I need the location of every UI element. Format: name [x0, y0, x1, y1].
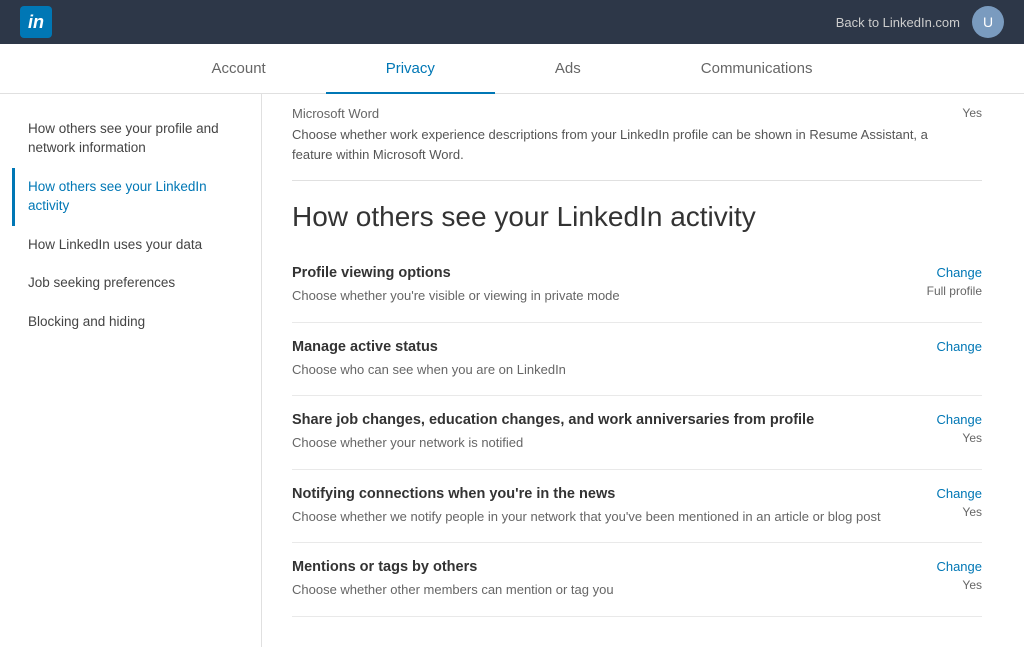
setting-desc: Choose who can see when you are on Linke… — [292, 360, 916, 380]
setting-row-left: Manage active status Choose who can see … — [292, 339, 916, 380]
change-link-job-changes[interactable]: Change — [936, 412, 982, 427]
top-bar-left: in — [20, 6, 52, 38]
sidebar-item-blocking[interactable]: Blocking and hiding — [12, 303, 261, 342]
tab-account[interactable]: Account — [152, 44, 326, 93]
setting-desc: Choose whether we notify people in your … — [292, 507, 916, 527]
sidebar-item-profile-visibility[interactable]: How others see your profile and network … — [12, 110, 261, 168]
setting-row-left: Share job changes, education changes, an… — [292, 412, 916, 453]
tab-communications[interactable]: Communications — [641, 44, 873, 93]
tab-ads[interactable]: Ads — [495, 44, 641, 93]
setting-row-right: Change Yes — [936, 412, 982, 445]
section-heading: How others see your LinkedIn activity — [292, 201, 982, 233]
sidebar-item-linkedin-uses-data[interactable]: How LinkedIn uses your data — [12, 226, 261, 265]
user-avatar[interactable]: U — [972, 6, 1004, 38]
partial-section-status: Yes — [962, 106, 982, 120]
tab-privacy[interactable]: Privacy — [326, 44, 495, 93]
setting-title: Profile viewing options — [292, 265, 907, 281]
setting-row-notifying-connections: Notifying connections when you're in the… — [292, 470, 982, 544]
partial-section: Microsoft Word Choose whether work exper… — [292, 94, 982, 181]
setting-row-job-changes: Share job changes, education changes, an… — [292, 396, 982, 470]
setting-row-right: Change Full profile — [927, 265, 982, 298]
back-to-linkedin-link[interactable]: Back to LinkedIn.com — [836, 15, 960, 30]
main-layout: How others see your profile and network … — [12, 94, 1012, 647]
sidebar: How others see your profile and network … — [12, 94, 262, 647]
setting-row-right: Change Yes — [936, 486, 982, 519]
setting-row-right: Change — [936, 339, 982, 356]
content-area: Microsoft Word Choose whether work exper… — [262, 94, 1012, 647]
setting-row-right: Change Yes — [936, 559, 982, 592]
sidebar-item-linkedin-activity[interactable]: How others see your LinkedIn activity — [12, 168, 261, 226]
setting-title: Share job changes, education changes, an… — [292, 412, 916, 428]
linkedin-logo: in — [20, 6, 52, 38]
setting-row-left: Mentions or tags by others Choose whethe… — [292, 559, 916, 600]
setting-title: Mentions or tags by others — [292, 559, 916, 575]
setting-row-profile-viewing: Profile viewing options Choose whether y… — [292, 249, 982, 323]
change-link-mentions[interactable]: Change — [936, 559, 982, 574]
setting-value-mentions: Yes — [962, 578, 982, 592]
setting-value-notifying: Yes — [962, 505, 982, 519]
setting-desc: Choose whether you're visible or viewing… — [292, 286, 907, 306]
tab-nav: Account Privacy Ads Communications — [0, 44, 1024, 94]
change-link-active-status[interactable]: Change — [936, 339, 982, 354]
setting-row-left: Profile viewing options Choose whether y… — [292, 265, 907, 306]
setting-row-left: Notifying connections when you're in the… — [292, 486, 916, 527]
top-bar-right: Back to LinkedIn.com U — [836, 6, 1004, 38]
partial-section-title: Microsoft Word — [292, 106, 942, 121]
setting-title: Manage active status — [292, 339, 916, 355]
setting-desc: Choose whether other members can mention… — [292, 580, 916, 600]
setting-value-job-changes: Yes — [962, 431, 982, 445]
change-link-profile-viewing[interactable]: Change — [927, 265, 982, 280]
setting-row-mentions: Mentions or tags by others Choose whethe… — [292, 543, 982, 617]
setting-desc: Choose whether your network is notified — [292, 433, 916, 453]
setting-row-active-status: Manage active status Choose who can see … — [292, 323, 982, 397]
setting-title: Notifying connections when you're in the… — [292, 486, 916, 502]
setting-value-profile-viewing: Full profile — [927, 284, 982, 298]
change-link-notifying[interactable]: Change — [936, 486, 982, 501]
sidebar-item-job-seeking[interactable]: Job seeking preferences — [12, 264, 261, 303]
top-bar: in Back to LinkedIn.com U — [0, 0, 1024, 44]
partial-section-desc: Choose whether work experience descripti… — [292, 125, 942, 164]
partial-section-text: Microsoft Word Choose whether work exper… — [292, 106, 942, 164]
